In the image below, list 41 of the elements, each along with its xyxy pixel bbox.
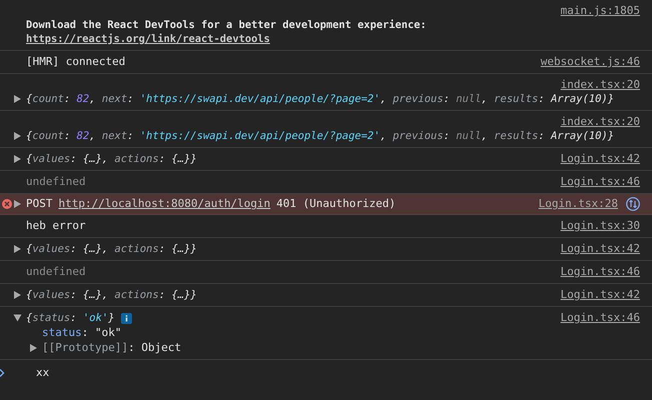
url-link[interactable]: https://reactjs.org/link/react-devtools bbox=[26, 33, 270, 45]
object-preview[interactable]: {count: 82, next: 'https://swapi.dev/api/people/?page=2', previous: null, results: Array(10)} bbox=[26, 92, 614, 106]
error-method: POST bbox=[26, 197, 52, 211]
source-link[interactable]: Login.tsx:46 bbox=[560, 175, 640, 189]
source-link[interactable]: index.tsx:20 bbox=[560, 115, 640, 129]
log-message: undefined bbox=[26, 265, 86, 279]
expand-arrow-icon[interactable] bbox=[14, 245, 21, 253]
url-link[interactable]: http://localhost:8080/auth/login bbox=[58, 197, 270, 211]
source-link[interactable]: main.js:1805 bbox=[560, 4, 640, 18]
object-property: [[Prototype]]: Object bbox=[42, 340, 182, 355]
object-preview[interactable]: {values: {…}, actions: {…}} bbox=[26, 152, 197, 166]
source-link[interactable]: Login.tsx:46 bbox=[560, 265, 640, 279]
error-status: 401 (Unauthorized) bbox=[276, 197, 396, 211]
source-link[interactable]: Login.tsx:42 bbox=[560, 242, 640, 256]
network-icon[interactable] bbox=[626, 197, 640, 211]
log-message: heb error bbox=[26, 219, 86, 233]
console-input[interactable]: xx bbox=[36, 366, 596, 379]
log-message: undefined bbox=[26, 175, 86, 189]
source-link[interactable]: Login.tsx:46 bbox=[560, 311, 640, 325]
source-link[interactable]: Login.tsx:42 bbox=[560, 288, 640, 302]
prompt-chevron-icon bbox=[0, 368, 5, 376]
info-icon[interactable] bbox=[120, 312, 132, 324]
object-preview[interactable]: {values: {…}, actions: {…}} bbox=[26, 242, 197, 256]
expand-arrow-icon[interactable] bbox=[14, 95, 21, 103]
log-message: [HMR] connected bbox=[26, 55, 126, 69]
expand-arrow-icon[interactable] bbox=[14, 291, 21, 299]
expand-arrow-icon[interactable] bbox=[14, 155, 21, 163]
object-property: status: "ok" bbox=[42, 325, 122, 340]
source-link[interactable]: index.tsx:20 bbox=[560, 78, 640, 92]
source-link[interactable]: Login.tsx:30 bbox=[560, 219, 640, 233]
source-link[interactable]: websocket.js:46 bbox=[540, 55, 640, 69]
expand-arrow-icon[interactable] bbox=[14, 132, 21, 140]
source-link[interactable]: Login.tsx:28 bbox=[538, 197, 618, 211]
object-preview[interactable]: {status: 'ok'} bbox=[26, 311, 115, 325]
expand-arrow-icon[interactable] bbox=[30, 344, 37, 352]
log-message: Download the React DevTools for a better development experience: https://reactjs.org/link/react-devtools bbox=[26, 18, 428, 46]
source-link[interactable]: Login.tsx:42 bbox=[560, 152, 640, 166]
object-preview[interactable]: {count: 82, next: 'https://swapi.dev/api/people/?page=2', previous: null, results: Array(10)} bbox=[26, 129, 614, 143]
expand-arrow-icon[interactable] bbox=[14, 314, 22, 322]
expand-arrow-icon[interactable] bbox=[14, 200, 21, 208]
object-preview[interactable]: {values: {…}, actions: {…}} bbox=[26, 288, 197, 302]
